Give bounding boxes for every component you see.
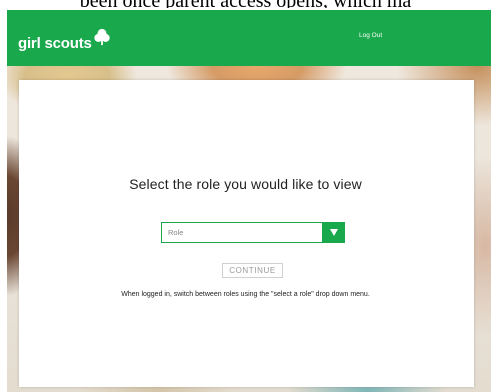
clipped-heading-text: been once parent access opens, which ma <box>0 0 491 8</box>
triangle-down-icon <box>329 229 338 236</box>
continue-button[interactable]: CONTINUE <box>222 263 283 278</box>
logout-link[interactable]: Log Out <box>359 32 382 39</box>
role-dropdown[interactable]: Role <box>161 222 345 243</box>
dropdown-toggle[interactable] <box>322 222 345 243</box>
modal-title: Select the role you would like to view <box>129 176 362 192</box>
role-dropdown-value: Role <box>168 228 184 237</box>
trefoil-logo-icon <box>94 28 110 46</box>
girl-scouts-logo[interactable]: girl scouts <box>18 28 111 56</box>
role-switch-help-text: When logged in, switch between roles usi… <box>121 291 370 298</box>
clipped-text-strip: been once parent access opens, which ma <box>0 0 491 10</box>
logo-wordmark: girl scouts <box>18 35 92 52</box>
site-header: girl scouts Log Out <box>7 10 491 66</box>
